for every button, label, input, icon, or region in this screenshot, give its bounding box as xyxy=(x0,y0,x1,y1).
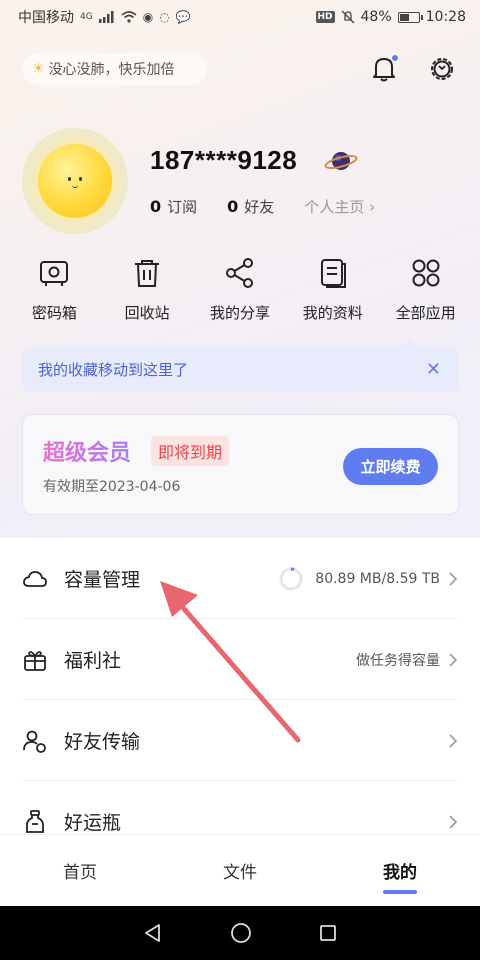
safe-icon xyxy=(40,261,69,286)
hd-badge: HD xyxy=(315,11,335,23)
app-notification-icon: ◉ xyxy=(142,10,154,24)
grid-item-all-apps[interactable]: 全部应用 xyxy=(382,256,470,323)
planet-badge-icon[interactable] xyxy=(324,146,358,176)
renew-button[interactable]: 立即续费 xyxy=(343,448,438,485)
list-item-storage[interactable]: 容量管理 80.89 MB/8.59 TB xyxy=(0,538,480,619)
bottom-tab-bar: 首页 文件 我的 xyxy=(0,834,480,906)
grid-item-recycle-bin[interactable]: 回收站 xyxy=(103,256,191,323)
list-item-label: 好友传输 xyxy=(64,731,141,753)
grid-item-label: 我的分享 xyxy=(209,304,270,322)
chevron-right-icon xyxy=(449,571,458,586)
gear-icon xyxy=(431,58,453,80)
subscribe-count: 0 xyxy=(150,197,162,216)
settings-list: 容量管理 80.89 MB/8.59 TB 福利社 做任务得容量 好友传输 好运… xyxy=(0,538,480,862)
tab-home[interactable]: 首页 xyxy=(0,835,160,906)
system-nav-bar xyxy=(0,906,480,960)
grid-item-label: 密码箱 xyxy=(31,304,77,322)
storage-usage-ring xyxy=(279,567,303,590)
carrier-label: 中国移动 xyxy=(18,10,74,26)
friends-count: 0 xyxy=(227,197,239,216)
vip-expiry-date: 有效期至2023-04-06 xyxy=(43,479,181,495)
list-item-label: 容量管理 xyxy=(64,569,141,591)
homepage-link[interactable]: 个人主页 › xyxy=(304,196,375,217)
mood-text: 没心没肺，快乐加倍 xyxy=(48,62,175,78)
wifi-icon xyxy=(121,11,137,23)
share-icon xyxy=(225,258,253,288)
bottle-icon xyxy=(26,809,44,833)
chevron-right-icon xyxy=(449,733,458,748)
vip-title: 超级会员 xyxy=(43,435,131,467)
signal-icon xyxy=(98,11,114,23)
recents-icon[interactable] xyxy=(318,923,338,943)
status-bar: 中国移动 4G ◉ ◌ 💬 HD 48% 10:28 xyxy=(0,0,480,34)
user-phone: 187****9128 xyxy=(150,145,298,175)
gift-icon xyxy=(24,650,46,671)
notification-button[interactable] xyxy=(367,52,401,86)
list-item-friend-transfer[interactable]: 好友传输 xyxy=(0,700,480,781)
chevron-right-icon xyxy=(449,814,458,829)
document-icon xyxy=(320,259,346,288)
list-item-label: 好运瓶 xyxy=(64,812,122,834)
message-icon: 💬 xyxy=(175,10,191,24)
profile-stats: 0 订阅 0 好友 个人主页 › xyxy=(150,196,375,217)
grid-item-my-files[interactable]: 我的资料 xyxy=(289,256,377,323)
mood-status-pill[interactable]: ☀ 没心没肺，快乐加倍 xyxy=(22,53,207,85)
grid-item-label: 回收站 xyxy=(124,304,170,322)
battery-icon xyxy=(397,11,423,23)
tip-text: 我的收藏移动到这里了 xyxy=(38,361,189,379)
list-item-label: 福利社 xyxy=(64,650,122,672)
settings-button[interactable] xyxy=(425,52,459,86)
mute-icon xyxy=(341,10,354,24)
clock: 10:28 xyxy=(425,9,466,25)
trash-icon xyxy=(135,260,160,287)
vip-card[interactable]: 超级会员 即将到期 有效期至2023-04-06 立即续费 xyxy=(22,414,459,515)
list-item-welfare[interactable]: 福利社 做任务得容量 xyxy=(0,619,480,700)
tab-files[interactable]: 文件 xyxy=(160,835,320,906)
avatar[interactable] xyxy=(22,128,128,234)
expiry-badge: 即将到期 xyxy=(151,436,230,466)
sun-avatar-icon xyxy=(38,144,112,218)
grid-item-label: 全部应用 xyxy=(395,304,456,322)
favorites-moved-tip: 我的收藏移动到这里了 ✕ xyxy=(22,339,459,392)
shortcut-grid: 密码箱 回收站 我的分享 我的资料 全部应用 xyxy=(0,256,480,323)
cloud-icon xyxy=(23,570,47,587)
storage-usage-value: 80.89 MB/8.59 TB xyxy=(315,570,440,587)
battery-percent: 48% xyxy=(360,9,392,25)
grid-item-label: 我的资料 xyxy=(302,304,363,322)
network-type: 4G xyxy=(80,12,93,22)
close-icon[interactable]: ✕ xyxy=(426,359,441,380)
apps-icon xyxy=(412,259,440,287)
back-icon[interactable] xyxy=(142,922,164,944)
sun-icon: ☀ xyxy=(32,61,45,77)
subscribe-label[interactable]: 订阅 xyxy=(167,196,197,217)
friend-transfer-icon xyxy=(23,730,46,753)
tab-mine[interactable]: 我的 xyxy=(320,835,480,906)
notification-dot xyxy=(391,54,399,62)
chevron-right-icon xyxy=(449,652,458,667)
grid-item-safe[interactable]: 密码箱 xyxy=(10,256,98,323)
home-icon[interactable] xyxy=(229,921,253,945)
list-item-value: 做任务得容量 xyxy=(356,652,440,669)
friends-label[interactable]: 好友 xyxy=(244,196,274,217)
sync-icon: ◌ xyxy=(159,10,170,24)
grid-item-my-shares[interactable]: 我的分享 xyxy=(196,256,284,323)
